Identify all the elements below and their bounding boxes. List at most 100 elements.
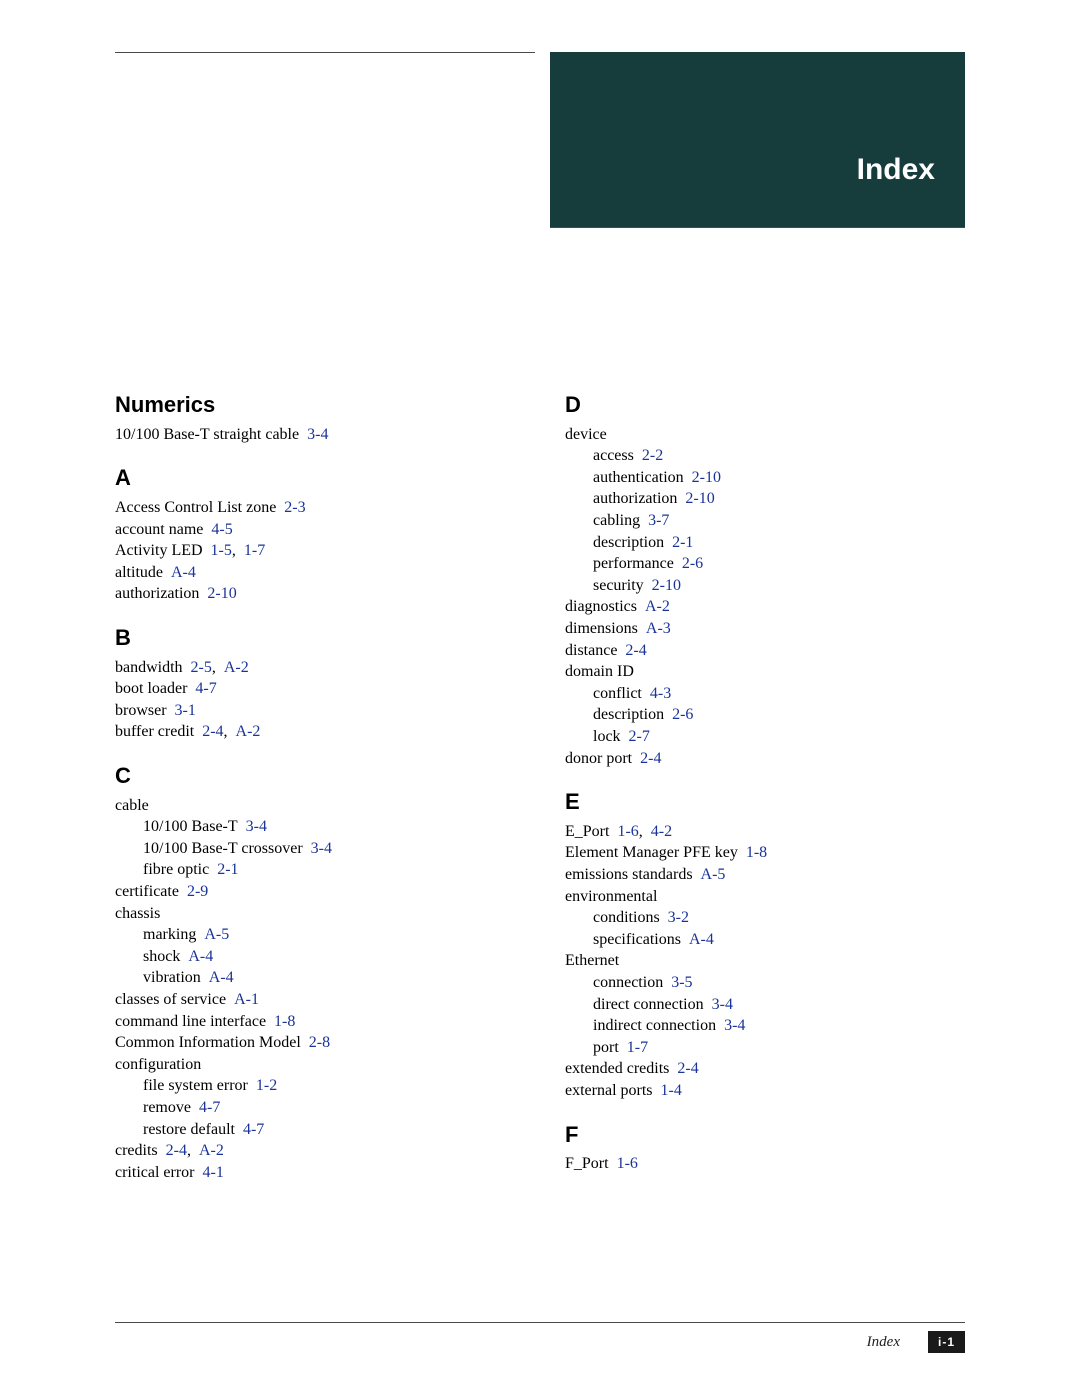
- footer-title: Index: [867, 1334, 900, 1351]
- page-ref[interactable]: 3-7: [648, 512, 669, 529]
- index-subentry: port 1-7: [565, 1037, 965, 1059]
- index-term: Common Information Model: [115, 1034, 301, 1051]
- page-ref[interactable]: 2-4: [166, 1142, 187, 1159]
- index-term: remove: [143, 1099, 191, 1116]
- page-ref[interactable]: A-2: [224, 659, 249, 676]
- page-ref[interactable]: 4-1: [203, 1164, 224, 1181]
- page-ref[interactable]: 4-3: [650, 685, 671, 702]
- ref-separator: ,: [212, 659, 216, 676]
- page-ref[interactable]: 2-4: [625, 642, 646, 659]
- index-entry: environmental: [565, 886, 965, 908]
- page-ref[interactable]: 2-10: [207, 585, 236, 602]
- page-ref[interactable]: 2-6: [672, 706, 693, 723]
- page-ref[interactable]: A-4: [188, 948, 213, 965]
- page-ref[interactable]: 2-2: [642, 447, 663, 464]
- page-ref[interactable]: A-4: [171, 564, 196, 581]
- index-term: indirect connection: [593, 1017, 716, 1034]
- page-ref[interactable]: 3-2: [668, 909, 689, 926]
- page-ref[interactable]: 2-10: [692, 469, 721, 486]
- page-ref[interactable]: A-2: [645, 598, 670, 615]
- page-ref[interactable]: 3-5: [671, 974, 692, 991]
- ref-separator: ,: [232, 542, 236, 559]
- page-ref[interactable]: A-5: [701, 866, 726, 883]
- page-ref[interactable]: A-5: [204, 926, 229, 943]
- page-ref[interactable]: 2-5: [191, 659, 212, 676]
- index-term: description: [593, 706, 664, 723]
- index-term: description: [593, 534, 664, 551]
- index-entry: 10/100 Base-T straight cable3-4: [115, 424, 515, 446]
- section-heading-d: D: [565, 390, 965, 420]
- page-ref[interactable]: 1-5: [211, 542, 232, 559]
- index-term: extended credits: [565, 1060, 669, 1077]
- index-entry: boot loader 4-7: [115, 678, 515, 700]
- page-ref[interactable]: 3-4: [712, 996, 733, 1013]
- page-ref[interactable]: 4-7: [195, 680, 216, 697]
- page-ref[interactable]: 3-4: [307, 426, 328, 443]
- page-ref[interactable]: 1-6: [617, 823, 638, 840]
- index-term: buffer credit: [115, 723, 194, 740]
- index-term: conflict: [593, 685, 642, 702]
- index-subentry: vibrationA-4: [115, 967, 515, 989]
- page-ref[interactable]: 2-10: [652, 577, 681, 594]
- index-term: authentication: [593, 469, 684, 486]
- page-ref[interactable]: 2-10: [685, 490, 714, 507]
- page-ref[interactable]: A-2: [199, 1142, 224, 1159]
- page-ref[interactable]: 4-7: [243, 1121, 264, 1138]
- page-ref[interactable]: 2-4: [202, 723, 223, 740]
- index-term: Activity LED: [115, 542, 203, 559]
- page-ref[interactable]: 2-9: [187, 883, 208, 900]
- index-term: access: [593, 447, 634, 464]
- index-term: marking: [143, 926, 196, 943]
- index-subentry: performance2-6: [565, 553, 965, 575]
- page-ref[interactable]: 1-8: [746, 844, 767, 861]
- page-ref[interactable]: A-3: [646, 620, 671, 637]
- page-ref[interactable]: 3-4: [311, 840, 332, 857]
- page-ref[interactable]: A-1: [234, 991, 259, 1008]
- page-ref[interactable]: 1-7: [627, 1039, 648, 1056]
- index-subentry: authentication 2-10: [565, 467, 965, 489]
- page-ref[interactable]: 2-4: [677, 1060, 698, 1077]
- page-ref[interactable]: 3-4: [246, 818, 267, 835]
- page-ref[interactable]: 1-6: [617, 1155, 638, 1172]
- page-ref[interactable]: 2-3: [284, 499, 305, 516]
- page-ref[interactable]: 2-1: [672, 534, 693, 551]
- page-ref[interactable]: 4-2: [651, 823, 672, 840]
- index-subentry: conflict 4-3: [565, 683, 965, 705]
- index-subentry: connection3-5: [565, 972, 965, 994]
- index-term: bandwidth: [115, 659, 183, 676]
- page-ref[interactable]: 2-7: [629, 728, 650, 745]
- index-entry: extended credits 2-4: [565, 1058, 965, 1080]
- page-ref[interactable]: 2-6: [682, 555, 703, 572]
- page-ref[interactable]: A-2: [236, 723, 261, 740]
- ref-separator: ,: [187, 1142, 191, 1159]
- page-ref[interactable]: 4-5: [211, 521, 232, 538]
- index-subentry: access 2-2: [565, 445, 965, 467]
- page-ref[interactable]: 3-4: [724, 1017, 745, 1034]
- index-term: boot loader: [115, 680, 187, 697]
- index-term: domain ID: [565, 663, 634, 680]
- page-ref[interactable]: 2-4: [640, 750, 661, 767]
- page-ref[interactable]: 4-7: [199, 1099, 220, 1116]
- index-entry: Access Control List zone2-3: [115, 497, 515, 519]
- page-ref[interactable]: 2-8: [309, 1034, 330, 1051]
- index-column-1: Numerics 10/100 Base-T straight cable3-4…: [115, 390, 515, 1183]
- page-ref[interactable]: 1-2: [256, 1077, 277, 1094]
- index-entry: Common Information Model 2-8: [115, 1032, 515, 1054]
- page-ref[interactable]: 1-8: [274, 1013, 295, 1030]
- page-footer: Index i-1: [115, 1322, 965, 1353]
- page-ref[interactable]: 3-1: [175, 702, 196, 719]
- index-term: cable: [115, 797, 149, 814]
- page-ref[interactable]: A-4: [689, 931, 714, 948]
- index-term: chassis: [115, 905, 160, 922]
- page-ref[interactable]: 2-1: [217, 861, 238, 878]
- index-term: port: [593, 1039, 619, 1056]
- index-term: shock: [143, 948, 180, 965]
- index-subentry: description 2-1: [565, 532, 965, 554]
- page-ref[interactable]: 1-4: [661, 1082, 682, 1099]
- index-entry: F_Port1-6: [565, 1153, 965, 1175]
- index-entry: cable: [115, 795, 515, 817]
- index-subentry: description 2-6: [565, 704, 965, 726]
- index-term: 10/100 Base-T: [143, 818, 238, 835]
- page-ref[interactable]: A-4: [209, 969, 234, 986]
- page-ref[interactable]: 1-7: [244, 542, 265, 559]
